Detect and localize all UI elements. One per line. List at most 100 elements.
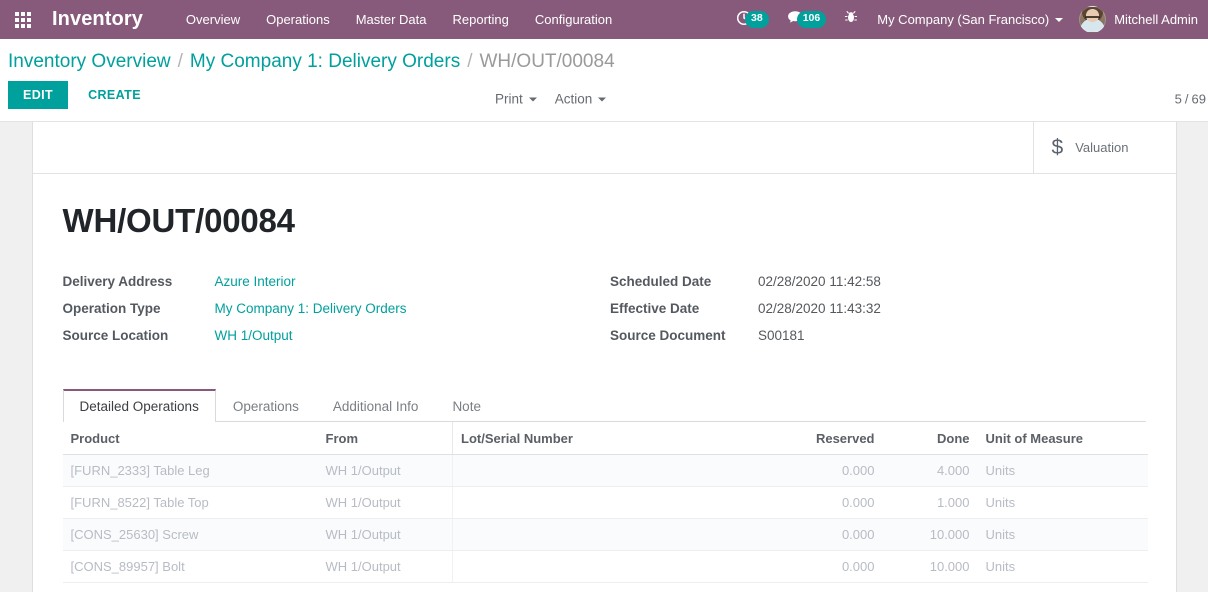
control-panel-dropdowns: Print Action (495, 92, 607, 107)
pager-separator: / (1184, 91, 1189, 107)
form-view-body: $ Valuation WH/OUT/00084 Delivery Addres… (0, 122, 1208, 592)
print-dropdown[interactable]: Print (495, 92, 537, 107)
cell-reserved: 0.000 (742, 550, 883, 583)
cell-product: [CONS_25630] Screw (62, 518, 318, 551)
cell-lot (452, 550, 743, 583)
create-button[interactable]: CREATE (74, 81, 155, 109)
breadcrumb-item-delivery-orders[interactable]: My Company 1: Delivery Orders (190, 51, 460, 73)
column-header-product[interactable]: Product (62, 422, 318, 455)
avatar (1079, 6, 1107, 33)
top-navbar: Inventory Overview Operations Master Dat… (0, 0, 1208, 39)
user-menu[interactable]: Mitchell Admin (1069, 6, 1202, 33)
user-name: Mitchell Admin (1114, 12, 1198, 27)
breadcrumb-separator: / (177, 51, 183, 72)
record-pager[interactable]: 5/69 (1175, 92, 1208, 107)
field-label: Delivery Address (62, 274, 173, 289)
edit-button[interactable]: EDIT (8, 81, 69, 109)
cell-lot (452, 486, 743, 519)
table-body: [FURN_2333] Table Leg WH 1/Output 0.000 … (62, 454, 1148, 583)
action-label: Action (554, 91, 593, 107)
systray: 38 106 My Company (San Francisco) Mitche… (727, 0, 1208, 39)
cell-lot (452, 454, 743, 487)
detailed-operations-table: Product From Lot/Serial Number Reserved … (62, 422, 1148, 583)
messages-menu-button[interactable]: 106 (778, 0, 836, 39)
stat-button-bar: $ Valuation (32, 122, 1176, 174)
table-empty-space (62, 583, 1146, 592)
table-row[interactable]: [CONS_25630] Screw WH 1/Output 0.000 10.… (62, 518, 1148, 551)
field-value[interactable]: WH 1/Output (215, 328, 293, 343)
bug-icon (844, 10, 858, 29)
table-row[interactable]: [CONS_89957] Bolt WH 1/Output 0.000 10.0… (62, 550, 1148, 583)
form-sheet: $ Valuation WH/OUT/00084 Delivery Addres… (31, 122, 1177, 592)
field-value: S00181 (758, 328, 805, 343)
tab-detailed-operations[interactable]: Detailed Operations (62, 389, 216, 422)
dollar-sign-icon: $ (1051, 136, 1064, 159)
action-dropdown[interactable]: Action (555, 92, 607, 107)
cell-from: WH 1/Output (317, 518, 453, 551)
column-header-unit-of-measure[interactable]: Unit of Measure (977, 422, 1148, 455)
chevron-down-icon (528, 97, 537, 101)
field-value: 02/28/2020 11:42:58 (758, 274, 881, 289)
field-label: Operation Type (62, 301, 161, 316)
company-switcher[interactable]: My Company (San Francisco) (867, 12, 1069, 27)
column-header-done[interactable]: Done (882, 422, 978, 455)
menu-master-data[interactable]: Master Data (343, 2, 440, 37)
field-source-document: Source Document S00181 (610, 328, 1146, 343)
activities-count-badge: 38 (745, 11, 769, 28)
cell-done: 10.000 (882, 550, 978, 583)
form-fields: Delivery Address Azure Interior Operatio… (63, 274, 1146, 355)
cell-uom: Units (977, 550, 1148, 583)
field-label: Effective Date (610, 301, 700, 316)
notebook-tabs: Detailed Operations Operations Additiona… (62, 389, 1146, 422)
cell-product: [CONS_89957] Bolt (62, 550, 318, 583)
field-label: Source Location (62, 328, 169, 343)
menu-reporting[interactable]: Reporting (440, 2, 522, 37)
debug-menu-button[interactable] (835, 0, 867, 39)
tab-additional-info[interactable]: Additional Info (316, 389, 436, 422)
column-header-reserved[interactable]: Reserved (742, 422, 883, 455)
cell-reserved: 0.000 (742, 454, 883, 487)
field-scheduled-date: Scheduled Date 02/28/2020 11:42:58 (610, 274, 1146, 289)
activities-menu-button[interactable]: 38 (727, 0, 778, 39)
field-label: Source Document (610, 328, 726, 343)
field-value[interactable]: Azure Interior (215, 274, 296, 289)
menu-configuration[interactable]: Configuration (522, 2, 625, 37)
page-title: WH/OUT/00084 (62, 202, 296, 239)
app-brand-title[interactable]: Inventory (52, 8, 143, 31)
apps-menu-button[interactable] (6, 0, 40, 39)
cell-product: [FURN_8522] Table Top (62, 486, 318, 519)
control-panel-buttons: EDIT CREATE Print Action 5/69 (0, 77, 1208, 121)
pager-total: 69 (1191, 91, 1206, 107)
print-label: Print (495, 91, 523, 107)
column-header-lot-serial-number[interactable]: Lot/Serial Number (452, 422, 743, 455)
breadcrumb: Inventory Overview / My Company 1: Deliv… (0, 39, 1208, 77)
control-panel: Inventory Overview / My Company 1: Deliv… (0, 39, 1208, 122)
field-effective-date: Effective Date 02/28/2020 11:43:32 (610, 301, 1146, 316)
apps-grid-icon (15, 11, 31, 28)
chevron-down-icon (1055, 17, 1064, 22)
messages-count-badge: 106 (796, 11, 827, 28)
sheet-content: WH/OUT/00084 Delivery Address Azure Inte… (33, 174, 1176, 592)
cell-uom: Units (977, 454, 1148, 487)
field-value[interactable]: My Company 1: Delivery Orders (215, 301, 407, 316)
table-row[interactable]: [FURN_2333] Table Leg WH 1/Output 0.000 … (62, 454, 1148, 487)
breadcrumb-item-current: WH/OUT/00084 (479, 51, 615, 72)
cell-done: 4.000 (882, 454, 978, 487)
menu-operations[interactable]: Operations (253, 2, 343, 37)
valuation-stat-button[interactable]: $ Valuation (1032, 122, 1176, 173)
field-operation-type: Operation Type My Company 1: Delivery Or… (63, 301, 605, 316)
cell-uom: Units (977, 518, 1148, 551)
field-value: 02/28/2020 11:43:32 (758, 301, 881, 316)
field-label: Scheduled Date (610, 274, 712, 289)
menu-overview[interactable]: Overview (173, 2, 253, 37)
cell-from: WH 1/Output (317, 550, 453, 583)
column-header-from[interactable]: From (317, 422, 453, 455)
field-source-location: Source Location WH 1/Output (63, 328, 605, 343)
form-column-left: Delivery Address Azure Interior Operatio… (63, 274, 605, 355)
cell-reserved: 0.000 (742, 518, 883, 551)
breadcrumb-item-inventory-overview[interactable]: Inventory Overview (8, 51, 171, 73)
field-delivery-address: Delivery Address Azure Interior (63, 274, 605, 289)
tab-note[interactable]: Note (435, 389, 498, 422)
tab-operations[interactable]: Operations (216, 389, 316, 422)
table-row[interactable]: [FURN_8522] Table Top WH 1/Output 0.000 … (62, 486, 1148, 519)
